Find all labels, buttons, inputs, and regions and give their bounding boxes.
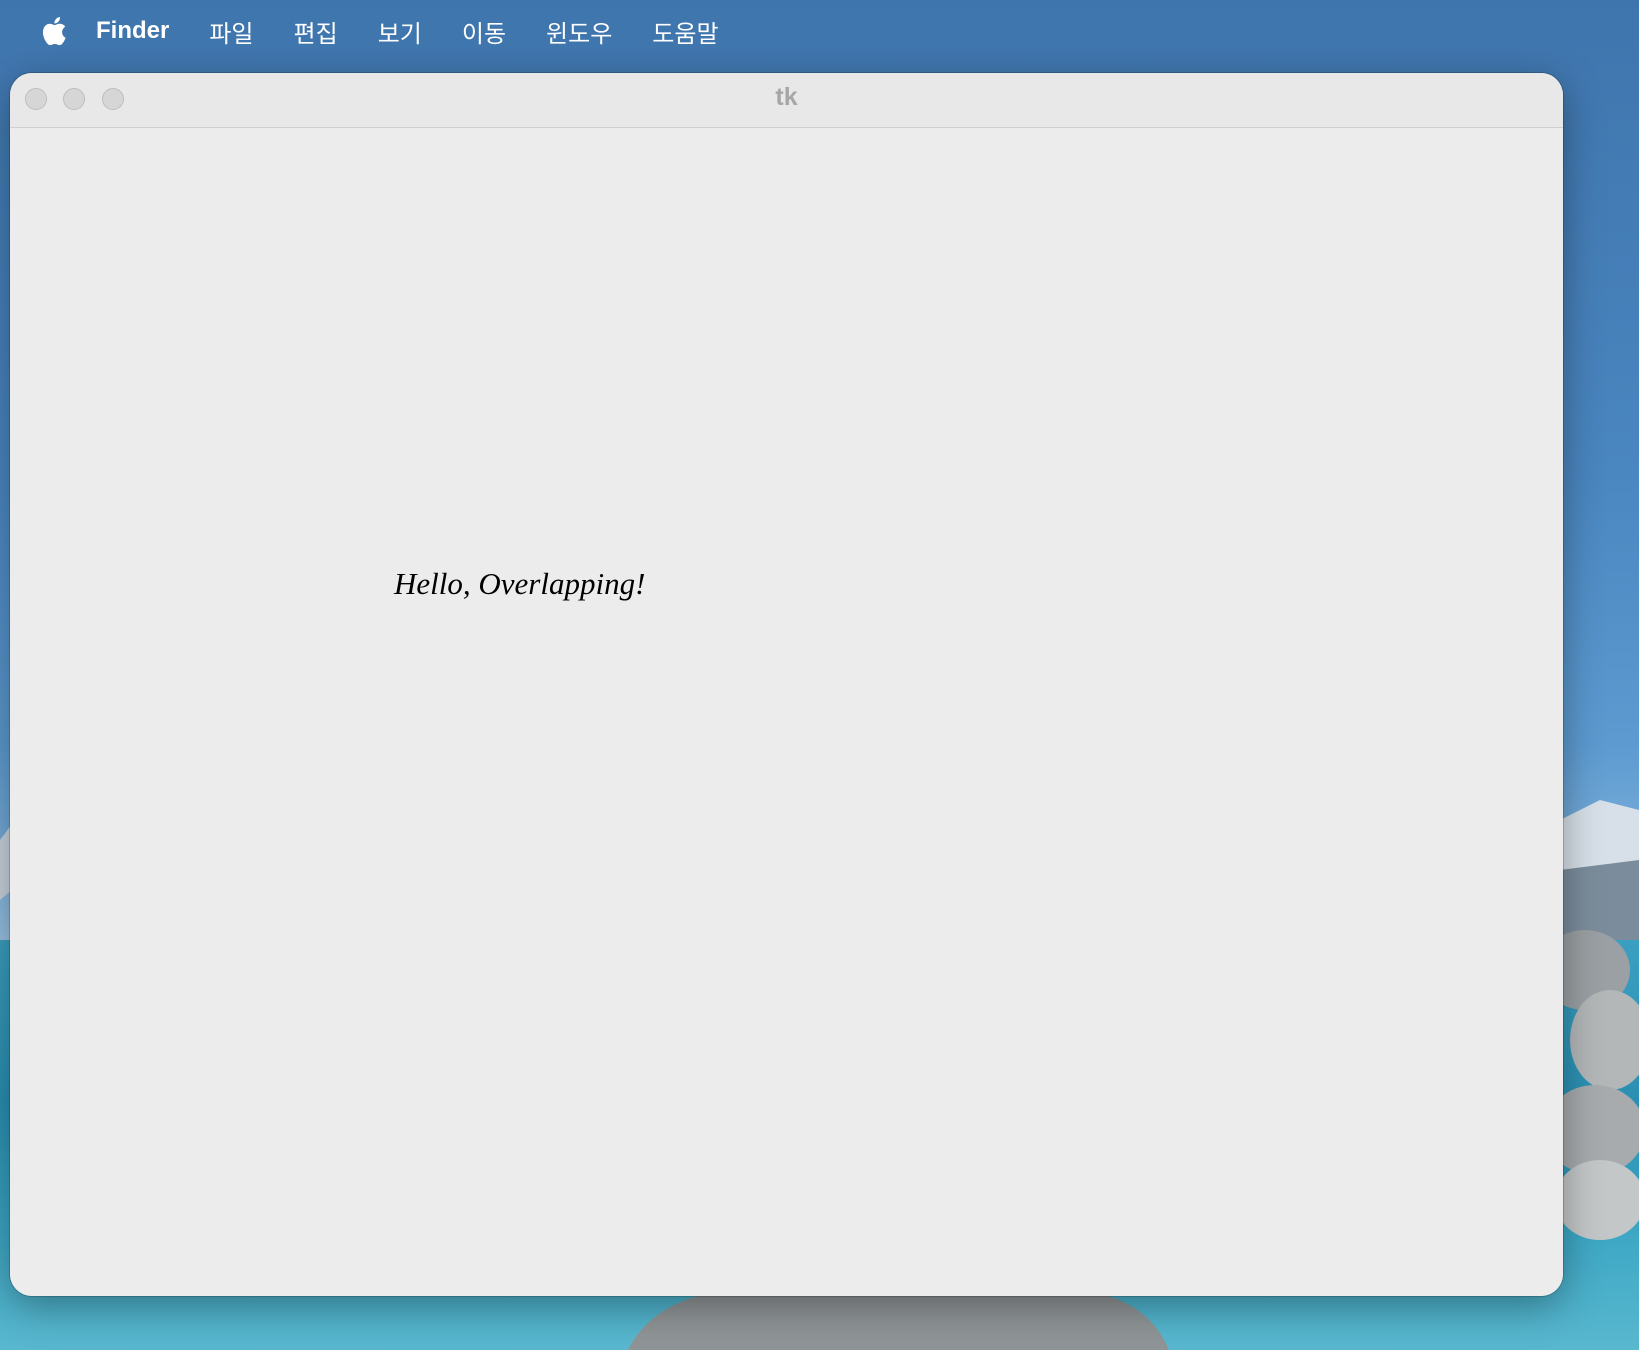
menu-view[interactable]: 보기: [378, 14, 422, 49]
menu-bar: Finder 파일 편집 보기 이동 윈도우 도움말: [0, 0, 1639, 62]
menu-help[interactable]: 도움말: [652, 14, 718, 49]
window-canvas[interactable]: Hello, Overlapping!: [10, 128, 1563, 1296]
apple-logo-icon[interactable]: [38, 14, 68, 48]
tk-window: tk Hello, Overlapping!: [10, 73, 1563, 1296]
canvas-text: Hello, Overlapping!: [394, 566, 646, 601]
menu-file[interactable]: 파일: [209, 14, 253, 49]
menu-go[interactable]: 이동: [462, 14, 506, 49]
window-title: tk: [775, 83, 798, 111]
desktop: Finder 파일 편집 보기 이동 윈도우 도움말 tk Hello, Ove…: [0, 0, 1639, 1350]
window-titlebar[interactable]: tk: [10, 73, 1563, 128]
menu-edit[interactable]: 편집: [294, 14, 338, 49]
wallpaper-rock-bottom: [627, 1290, 1169, 1350]
menu-window[interactable]: 윈도우: [546, 14, 612, 49]
menu-app-finder[interactable]: Finder: [96, 17, 169, 45]
